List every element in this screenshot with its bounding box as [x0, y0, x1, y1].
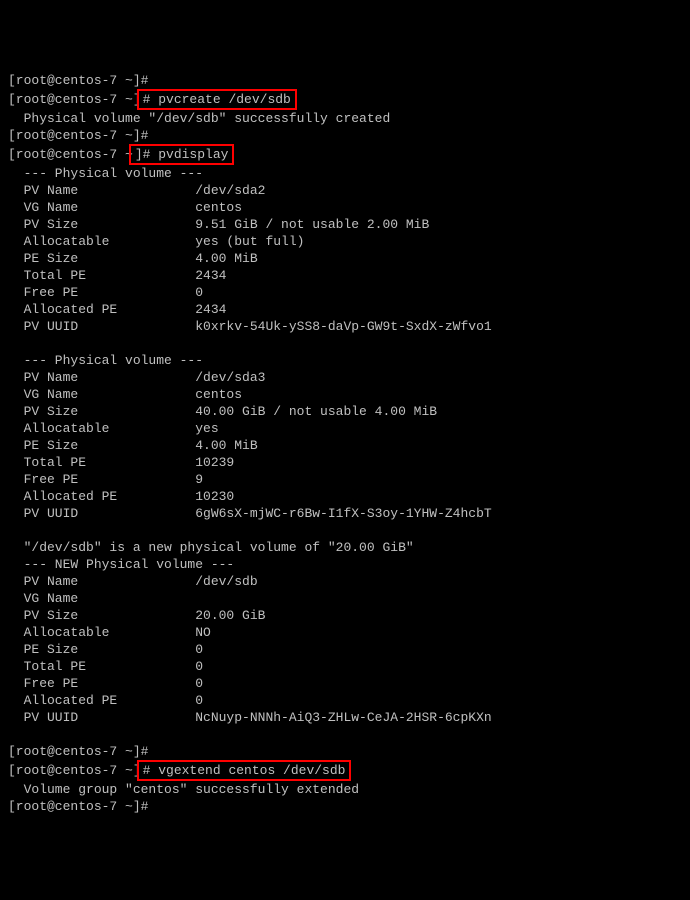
prompt-line[interactable]: [root@centos-7 ~]#	[8, 798, 682, 815]
pv1-vgname: VG Name centos	[8, 199, 682, 216]
highlighted-command-pvdisplay: ]# pvdisplay	[129, 144, 235, 165]
pv3-header: --- NEW Physical volume ---	[8, 556, 682, 573]
pv2-name: PV Name /dev/sda3	[8, 369, 682, 386]
output-pvcreate-success: Physical volume "/dev/sdb" successfully …	[8, 110, 682, 127]
pv2-pesize: PE Size 4.00 MiB	[8, 437, 682, 454]
prompt-prefix: [root@centos-7 ~]	[8, 763, 141, 778]
prompt-pvdisplay[interactable]: [root@centos-7 ~]# pvdisplay	[8, 144, 682, 165]
pv3-allocpe: Allocated PE 0	[8, 692, 682, 709]
pv1-pesize: PE Size 4.00 MiB	[8, 250, 682, 267]
prompt-pvcreate[interactable]: [root@centos-7 ~]# pvcreate /dev/sdb	[8, 89, 682, 110]
prompt-line[interactable]: [root@centos-7 ~]#	[8, 72, 682, 89]
pv3-uuid: PV UUID NcNuyp-NNNh-AiQ3-ZHLw-CeJA-2HSR-…	[8, 709, 682, 726]
pv1-freepe: Free PE 0	[8, 284, 682, 301]
blank-line	[8, 726, 682, 743]
prompt-prefix: [root@centos-7 ~]	[8, 92, 141, 107]
pv3-pesize: PE Size 0	[8, 641, 682, 658]
pv2-size: PV Size 40.00 GiB / not usable 4.00 MiB	[8, 403, 682, 420]
pv1-allocatable: Allocatable yes (but full)	[8, 233, 682, 250]
pv3-name: PV Name /dev/sdb	[8, 573, 682, 590]
pv1-name: PV Name /dev/sda2	[8, 182, 682, 199]
pv3-allocatable: Allocatable NO	[8, 624, 682, 641]
highlighted-command-pvcreate: # pvcreate /dev/sdb	[137, 89, 297, 110]
pv2-uuid: PV UUID 6gW6sX-mjWC-r6Bw-I1fX-S3oy-1YHW-…	[8, 505, 682, 522]
output-vgextend-success: Volume group "centos" successfully exten…	[8, 781, 682, 798]
pv2-totalpe: Total PE 10239	[8, 454, 682, 471]
prompt-prefix: [root@centos-7 ~	[8, 147, 133, 162]
pv2-allocatable: Allocatable yes	[8, 420, 682, 437]
pv3-size: PV Size 20.00 GiB	[8, 607, 682, 624]
prompt-line[interactable]: [root@centos-7 ~]#	[8, 127, 682, 144]
prompt-line[interactable]: [root@centos-7 ~]#	[8, 743, 682, 760]
blank-line	[8, 335, 682, 352]
pv3-newmsg: "/dev/sdb" is a new physical volume of "…	[8, 539, 682, 556]
pv1-totalpe: Total PE 2434	[8, 267, 682, 284]
pv3-totalpe: Total PE 0	[8, 658, 682, 675]
pv1-allocpe: Allocated PE 2434	[8, 301, 682, 318]
pv3-freepe: Free PE 0	[8, 675, 682, 692]
pv2-vgname: VG Name centos	[8, 386, 682, 403]
prompt-vgextend[interactable]: [root@centos-7 ~]# vgextend centos /dev/…	[8, 760, 682, 781]
pv1-size: PV Size 9.51 GiB / not usable 2.00 MiB	[8, 216, 682, 233]
pv2-allocpe: Allocated PE 10230	[8, 488, 682, 505]
pv2-header: --- Physical volume ---	[8, 352, 682, 369]
pv1-header: --- Physical volume ---	[8, 165, 682, 182]
blank-line	[8, 522, 682, 539]
pv1-uuid: PV UUID k0xrkv-54Uk-ySS8-daVp-GW9t-SxdX-…	[8, 318, 682, 335]
pv3-vgname: VG Name	[8, 590, 682, 607]
highlighted-command-vgextend: # vgextend centos /dev/sdb	[137, 760, 352, 781]
pv2-freepe: Free PE 9	[8, 471, 682, 488]
